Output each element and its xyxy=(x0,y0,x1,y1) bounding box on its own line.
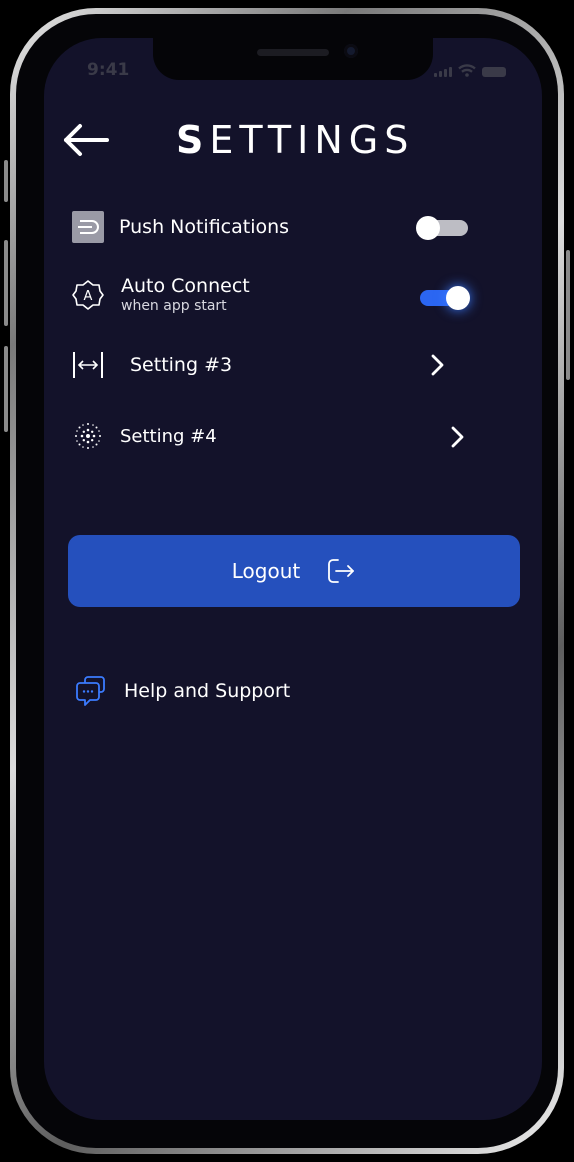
signal-icon xyxy=(434,67,452,77)
status-icons xyxy=(434,64,506,77)
mute-switch xyxy=(4,160,8,202)
toggle-knob xyxy=(446,286,470,310)
setting-label: Push Notifications xyxy=(119,216,290,238)
expand-width-icon xyxy=(70,347,106,383)
front-camera xyxy=(344,44,358,58)
power-button xyxy=(566,250,570,380)
speaker-grille xyxy=(257,49,329,56)
toggle-knob xyxy=(416,216,440,240)
setting-label: Setting #3 xyxy=(130,354,233,376)
setting-label: Setting #4 xyxy=(120,425,217,447)
logout-icon xyxy=(328,559,355,583)
battery-icon xyxy=(482,67,506,77)
page-title: SETTINGS xyxy=(176,118,414,162)
push-notifications-toggle[interactable] xyxy=(414,213,470,243)
setting-label: Auto Connect xyxy=(121,275,250,297)
help-and-support-link[interactable]: Help and Support xyxy=(74,674,290,708)
volume-up-button xyxy=(4,240,8,326)
logout-button[interactable]: Logout xyxy=(68,535,520,607)
notification-icon xyxy=(70,209,106,245)
status-time: 9:41 xyxy=(87,60,130,80)
page-title-initial: S xyxy=(176,118,210,162)
auto-connect-icon: A xyxy=(70,277,106,313)
setting-sublabel: when app start xyxy=(121,298,227,314)
wifi-icon xyxy=(458,64,476,77)
volume-down-button xyxy=(4,346,8,432)
page-title-rest: ETTINGS xyxy=(209,118,415,162)
logout-label: Logout xyxy=(231,559,301,583)
chat-bubbles-icon xyxy=(76,676,105,706)
help-and-support-label: Help and Support xyxy=(124,680,291,702)
notch xyxy=(153,38,433,80)
auto-connect-toggle[interactable] xyxy=(416,283,472,313)
chevron-right-icon[interactable] xyxy=(428,353,448,377)
chevron-right-icon[interactable] xyxy=(448,425,468,449)
svg-text:A: A xyxy=(84,289,93,304)
back-arrow-icon[interactable] xyxy=(62,122,112,158)
dots-burst-icon xyxy=(70,418,106,454)
app-screen: 9:41 SETTINGS Push Notifications A Auto … xyxy=(44,38,542,1120)
setting-4[interactable]: Setting #4 xyxy=(70,418,500,454)
